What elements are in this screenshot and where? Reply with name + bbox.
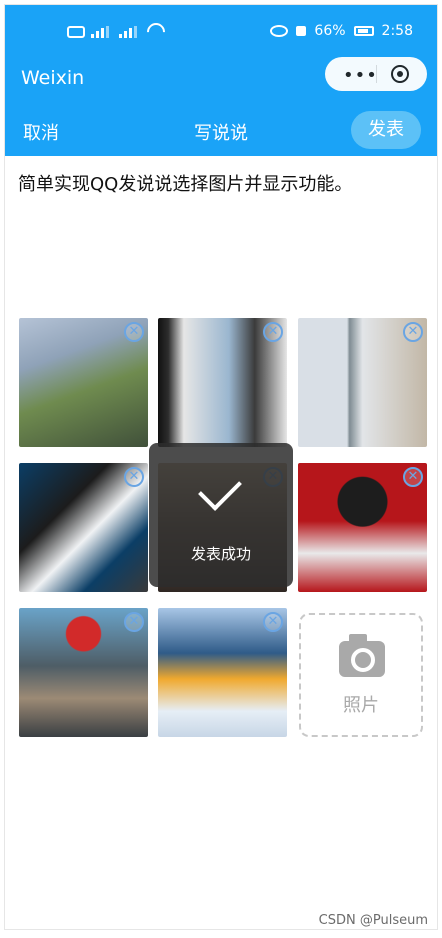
mute-icon xyxy=(296,26,307,36)
signal-3g-icon xyxy=(91,26,113,38)
checkmark-icon xyxy=(198,467,242,511)
remove-photo-icon[interactable]: ✕ xyxy=(124,322,144,342)
capsule-divider xyxy=(376,65,377,83)
photo-8[interactable]: ✕ xyxy=(158,608,287,737)
more-dots-icon[interactable]: ••• xyxy=(343,65,378,86)
toast-message: 发表成功 xyxy=(190,545,251,563)
wifi-icon xyxy=(143,19,169,45)
top-bar: 66% 2:58 Weixin ••• 取消 写说说 发表 xyxy=(5,5,437,156)
status-right: 66% 2:58 xyxy=(270,23,413,39)
add-photo-button[interactable]: 照片 xyxy=(299,613,423,737)
remove-photo-icon[interactable]: ✕ xyxy=(124,612,144,632)
battery-text: 66% xyxy=(314,23,346,39)
photo-2[interactable]: ✕ xyxy=(158,318,287,447)
photo-6[interactable]: ✕ xyxy=(298,463,427,592)
status-bar: 66% 2:58 xyxy=(5,17,437,45)
remove-photo-icon[interactable]: ✕ xyxy=(403,467,423,487)
photo-3[interactable]: ✕ xyxy=(298,318,427,447)
remove-photo-icon[interactable]: ✕ xyxy=(263,612,283,632)
status-left xyxy=(67,19,169,45)
clock: 2:58 xyxy=(381,23,413,39)
hd-icon xyxy=(67,26,85,38)
navigation-row: 取消 写说说 发表 xyxy=(5,109,437,149)
remove-photo-icon[interactable]: ✕ xyxy=(124,467,144,487)
signal-4g-icon xyxy=(119,26,141,38)
watermark: CSDN @Pulseum xyxy=(318,913,428,928)
success-toast: 发表成功 xyxy=(149,443,293,587)
app-bar: Weixin ••• xyxy=(5,57,437,97)
remove-photo-icon[interactable]: ✕ xyxy=(403,322,423,342)
add-photo-label: 照片 xyxy=(343,695,379,716)
photo-4[interactable]: ✕ xyxy=(19,463,148,592)
photo-1[interactable]: ✕ xyxy=(19,318,148,447)
post-text[interactable]: 简单实现QQ发说说选择图片并显示功能。 xyxy=(18,170,428,196)
target-icon[interactable] xyxy=(391,65,409,83)
camera-icon xyxy=(339,634,385,677)
remove-photo-icon[interactable]: ✕ xyxy=(263,322,283,342)
publish-button[interactable]: 发表 xyxy=(351,111,421,149)
eye-icon xyxy=(270,25,289,37)
photo-7[interactable]: ✕ xyxy=(19,608,148,737)
app-title: Weixin xyxy=(21,67,85,89)
battery-icon xyxy=(353,26,374,36)
phone-frame: 66% 2:58 Weixin ••• 取消 写说说 发表 简单实现QQ发说说选… xyxy=(5,5,437,929)
miniprogram-capsule[interactable]: ••• xyxy=(325,57,427,91)
